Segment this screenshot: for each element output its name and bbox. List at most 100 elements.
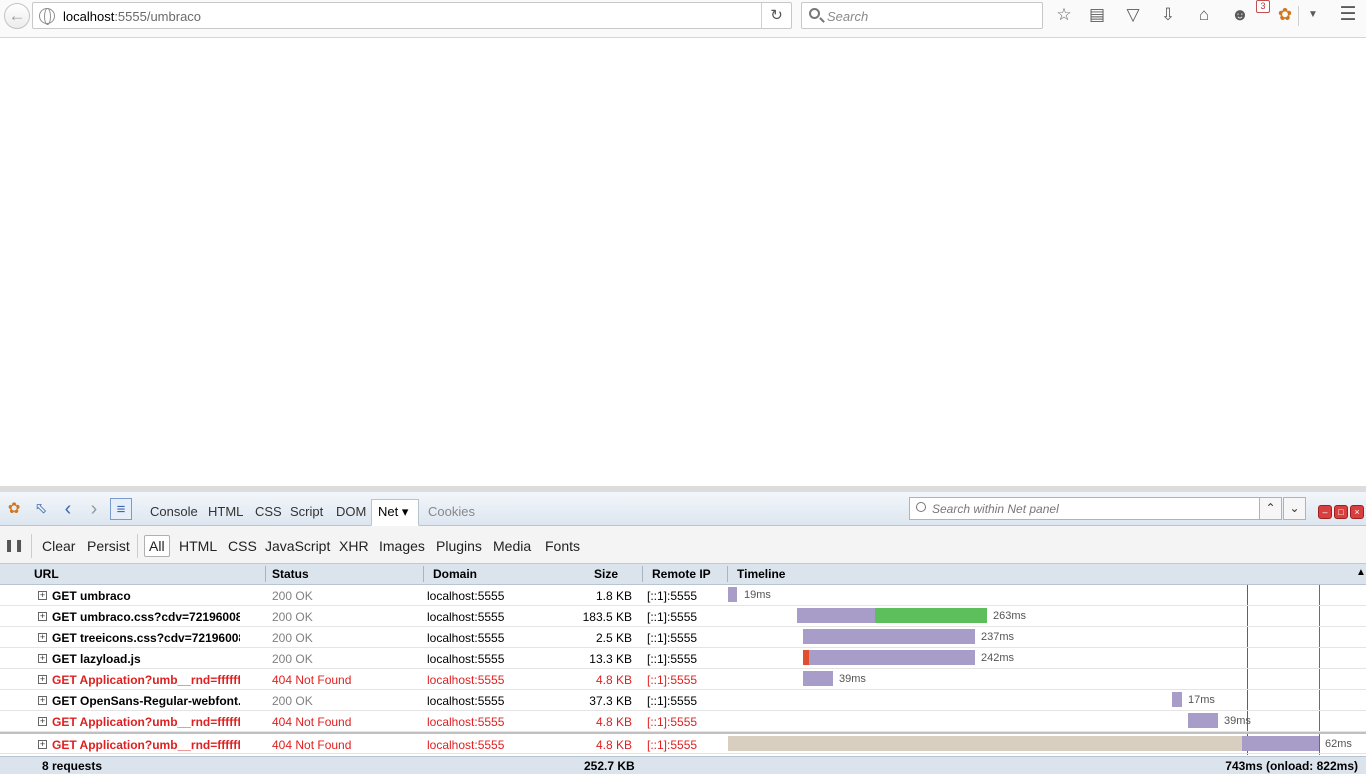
menu-icon[interactable]: ☰	[1335, 3, 1361, 27]
col-domain[interactable]: Domain	[433, 567, 477, 581]
col-url[interactable]: URL	[34, 567, 59, 581]
filter-css[interactable]: CSS	[224, 536, 261, 558]
pocket-icon[interactable]: ▽	[1120, 3, 1146, 27]
expand-icon[interactable]: +	[38, 675, 47, 684]
col-status[interactable]: Status	[272, 567, 309, 581]
expand-icon[interactable]: +	[38, 612, 47, 621]
request-domain: localhost:5555	[427, 673, 505, 687]
chevron-right-icon[interactable]: ›	[83, 498, 105, 520]
address-bar[interactable]: localhost:5555/umbraco ↻	[32, 2, 792, 29]
tab-css[interactable]: CSS	[249, 501, 288, 525]
close-icon[interactable]: ×	[1350, 505, 1364, 519]
timeline-bar	[728, 736, 1242, 751]
tab-console[interactable]: Console	[144, 501, 204, 525]
expand-icon[interactable]: +	[38, 633, 47, 642]
tab-net[interactable]: Net ▾	[371, 499, 419, 526]
sort-up-icon[interactable]: ▲	[1356, 567, 1366, 578]
filter-xhr[interactable]: XHR	[335, 536, 373, 558]
globe-icon	[39, 8, 55, 25]
expand-icon[interactable]: +	[38, 591, 47, 600]
timeline-label: 19ms	[744, 589, 771, 601]
request-url: GET umbraco	[52, 589, 131, 603]
table-row[interactable]: + GET Application?umb__rnd=ffffff 404 Not …	[0, 732, 1366, 754]
net-search-input[interactable]: Search within Net panel	[909, 497, 1260, 520]
reload-icon[interactable]: ↻	[761, 3, 791, 28]
request-url: GET umbraco.css?cdv=72196008	[52, 610, 240, 624]
request-domain: localhost:5555	[427, 589, 505, 603]
table-row[interactable]: + GET OpenSans-Regular-webfont.t 200 OK loc…	[0, 690, 1366, 711]
request-size: 2.5 KB	[595, 631, 632, 645]
table-row[interactable]: + GET umbraco.css?cdv=72196008 200 OK local…	[0, 606, 1366, 627]
request-status: 200 OK	[272, 652, 313, 666]
tab-cookies[interactable]: Cookies	[422, 501, 481, 525]
search-next-icon[interactable]: ⌄	[1283, 497, 1306, 520]
clear-button[interactable]: Clear	[38, 536, 79, 558]
net-table-header: URL Status Domain Size Remote IP Timelin…	[0, 564, 1366, 585]
search-input[interactable]: Search	[801, 2, 1043, 29]
net-summary-footer: 8 requests 252.7 KB 743ms (onload: 822ms…	[0, 756, 1366, 774]
filter-plugins[interactable]: Plugins	[432, 536, 486, 558]
reading-list-icon[interactable]: ▤	[1084, 3, 1110, 27]
url-path: :5555/umbraco	[114, 9, 202, 24]
request-url: GET Application?umb__rnd=ffffff	[52, 673, 240, 687]
firebug-icon[interactable]: ✿	[1272, 3, 1298, 27]
filter-all[interactable]: All	[144, 535, 170, 557]
chevron-left-icon[interactable]: ‹	[57, 498, 79, 520]
filter-separator	[137, 534, 138, 558]
timeline-bar	[1242, 736, 1319, 751]
pause-icon[interactable]: ❚❚	[3, 534, 25, 556]
tab-dom[interactable]: DOM	[330, 501, 372, 525]
timeline-bar	[797, 608, 875, 623]
persist-button[interactable]: Persist	[83, 536, 134, 558]
request-size: 37.3 KB	[589, 694, 632, 708]
chevron-down-icon[interactable]: ▼	[1300, 3, 1326, 27]
expand-icon[interactable]: +	[38, 717, 47, 726]
net-request-list: + GET umbraco 200 OK localhost:5555 1.8 KB [:…	[0, 585, 1366, 754]
home-icon[interactable]: ⌂	[1191, 3, 1217, 27]
firebug-logo-icon[interactable]: ✿	[3, 498, 25, 520]
tab-html[interactable]: HTML	[202, 501, 249, 525]
table-row[interactable]: + GET treeicons.css?cdv=72196008 200 OK loc…	[0, 627, 1366, 648]
filter-html[interactable]: HTML	[175, 536, 221, 558]
url-text[interactable]: localhost:5555/umbraco	[63, 9, 201, 24]
table-row[interactable]: + GET lazyload.js 200 OK localhost:5555 13.3…	[0, 648, 1366, 669]
col-size[interactable]: Size	[594, 567, 618, 581]
inspect-icon[interactable]: ⬁	[30, 498, 52, 520]
request-domain: localhost:5555	[427, 610, 505, 624]
col-separator	[423, 566, 424, 582]
request-status: 404 Not Found	[272, 673, 352, 687]
filter-fonts[interactable]: Fonts	[541, 536, 584, 558]
expand-icon[interactable]: +	[38, 654, 47, 663]
timeline-label: 17ms	[1188, 694, 1215, 706]
table-row[interactable]: + GET umbraco 200 OK localhost:5555 1.8 KB [:…	[0, 585, 1366, 606]
browser-toolbar: ← localhost:5555/umbraco ↻ Search ☆ ▤ ▽ …	[0, 0, 1366, 38]
detach-icon[interactable]: □	[1334, 505, 1348, 519]
timeline-bar	[803, 671, 833, 686]
download-icon[interactable]: ⇩	[1155, 3, 1181, 27]
bookmark-star-icon[interactable]: ☆	[1051, 3, 1077, 27]
timeline-label: 263ms	[993, 610, 1027, 622]
request-status: 200 OK	[272, 610, 313, 624]
minimize-icon[interactable]: –	[1318, 505, 1332, 519]
table-row[interactable]: + GET Application?umb__rnd=ffffff 404 Not …	[0, 711, 1366, 732]
tab-script[interactable]: Script	[284, 501, 329, 525]
expand-icon[interactable]: +	[38, 696, 47, 705]
col-timeline[interactable]: Timeline	[737, 567, 785, 581]
request-size: 4.8 KB	[595, 673, 632, 687]
timeline-bar	[728, 587, 737, 602]
back-button[interactable]: ←	[4, 3, 30, 29]
chat-icon[interactable]: ☻	[1227, 3, 1253, 27]
request-status: 200 OK	[272, 589, 313, 603]
timeline-bar	[803, 629, 975, 644]
command-line-icon[interactable]: ≡	[110, 498, 132, 520]
request-url: GET lazyload.js	[52, 652, 141, 666]
request-size: 1.8 KB	[595, 589, 632, 603]
search-prev-icon[interactable]: ⌃	[1259, 497, 1282, 520]
col-remote-ip[interactable]: Remote IP	[652, 567, 711, 581]
filter-media[interactable]: Media	[489, 536, 535, 558]
filter-javascript[interactable]: JavaScript	[261, 536, 334, 558]
expand-icon[interactable]: +	[38, 740, 47, 749]
filter-images[interactable]: Images	[375, 536, 429, 558]
table-row[interactable]: + GET Application?umb__rnd=ffffff 404 Not …	[0, 669, 1366, 690]
request-remote-ip: [::1]:5555	[647, 738, 698, 752]
